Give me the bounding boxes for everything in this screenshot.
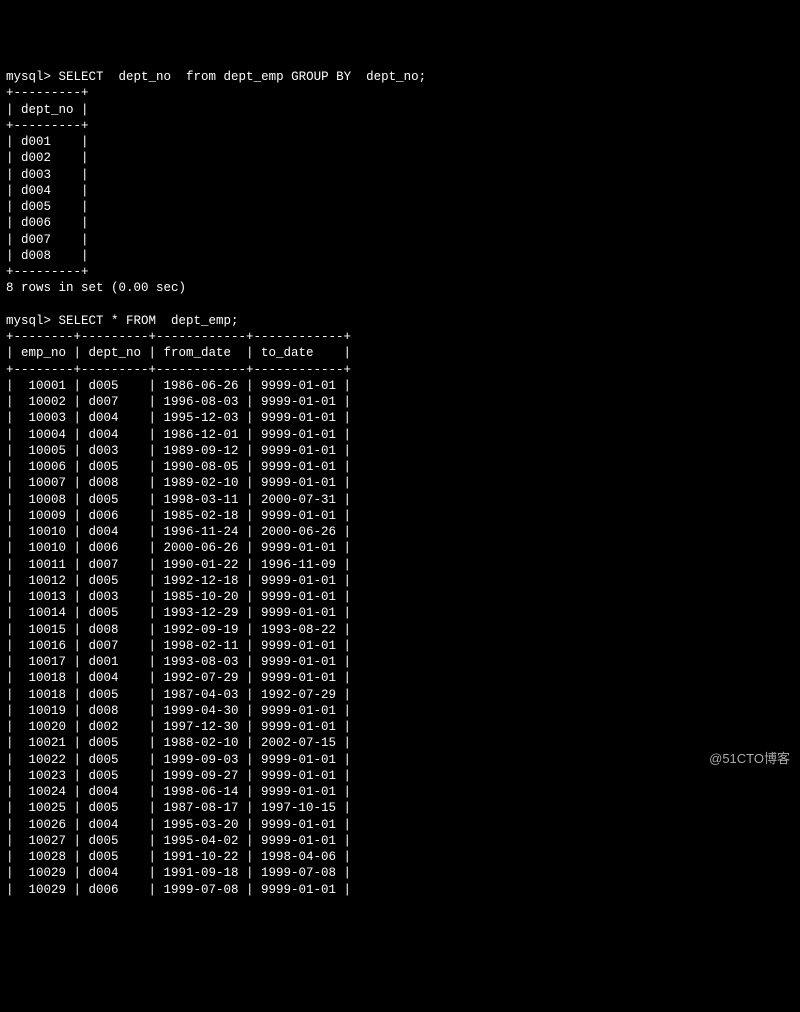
table1-row: | d001 | <box>6 135 89 149</box>
table2-body: | 10001 | d005 | 1986-06-26 | 9999-01-01… <box>6 379 351 897</box>
table1-row: | d007 | <box>6 233 89 247</box>
watermark: @51CTO博客 <box>709 751 790 768</box>
table1-row: | d003 | <box>6 168 89 182</box>
table1-footer: 8 rows in set (0.00 sec) <box>6 281 186 295</box>
table2-header: | emp_no | dept_no | from_date | to_date… <box>6 346 351 360</box>
table1-row: | d004 | <box>6 184 89 198</box>
table1-header: | dept_no | <box>6 103 89 117</box>
table1-row: | d008 | <box>6 249 89 263</box>
table1-row: | d005 | <box>6 200 89 214</box>
table1-row: | d006 | <box>6 216 89 230</box>
table2-border-mid: +--------+---------+------------+-------… <box>6 363 351 377</box>
table1-border-bottom: +---------+ <box>6 265 89 279</box>
terminal-output: mysql> SELECT dept_no from dept_emp GROU… <box>6 69 794 898</box>
prompt-1: mysql> SELECT dept_no from dept_emp GROU… <box>6 70 426 84</box>
table2-border-top: +--------+---------+------------+-------… <box>6 330 351 344</box>
table1-border-top: +---------+ <box>6 86 89 100</box>
prompt-2: mysql> SELECT * FROM dept_emp; <box>6 314 239 328</box>
table1-border-mid: +---------+ <box>6 119 89 133</box>
table1-row: | d002 | <box>6 151 89 165</box>
